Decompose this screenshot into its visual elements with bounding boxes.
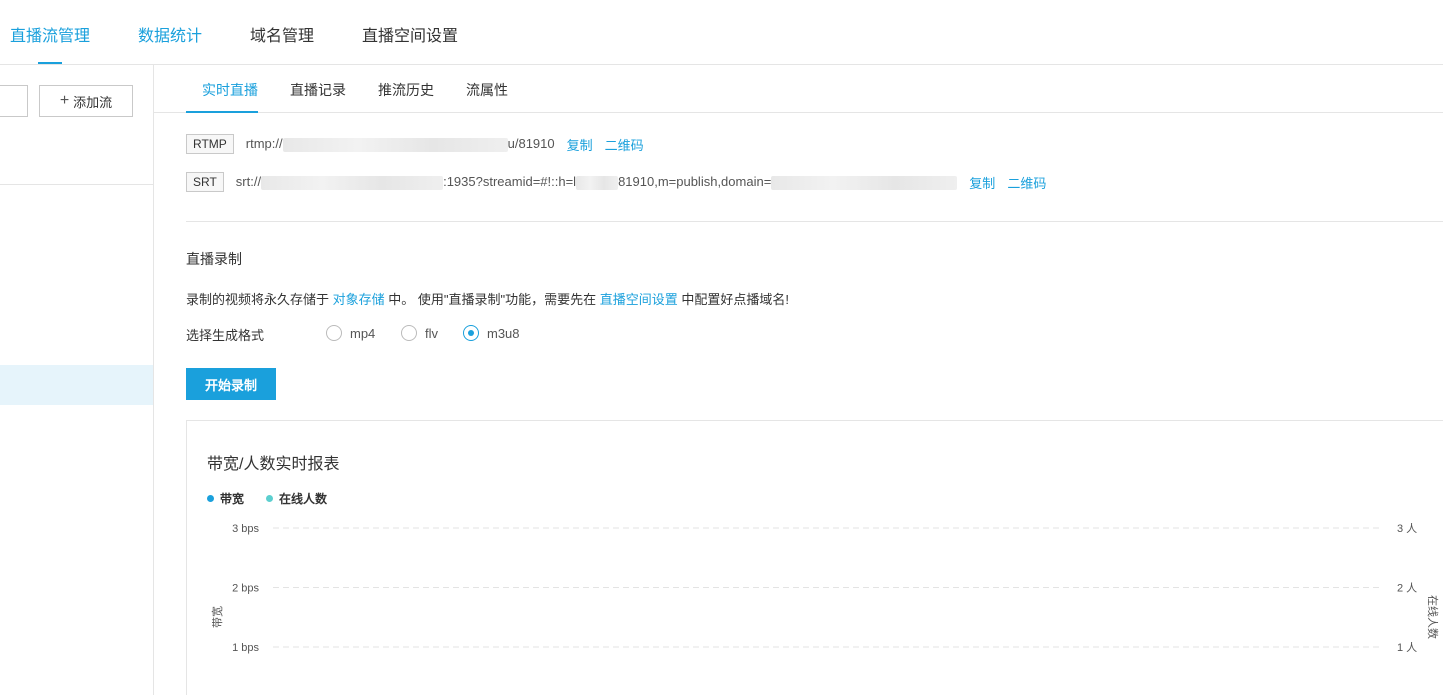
redacted-text — [261, 175, 444, 190]
desc-text: 中。 使用"直播录制"功能，需要先在 — [384, 292, 600, 307]
redacted-text — [576, 175, 619, 190]
y-axis-label-right: 在线人数 — [1426, 595, 1440, 639]
subtab-records[interactable]: 直播记录 — [290, 80, 346, 100]
y-tick-label-left: 1 bps — [232, 642, 259, 654]
srt-url-prefix: srt:// — [235, 174, 262, 190]
srt-tag: SRT — [186, 172, 224, 192]
search-input[interactable] — [0, 85, 28, 117]
add-stream-label: 添加流 — [73, 94, 113, 110]
tab-stream-management[interactable]: 直播流管理 — [10, 22, 90, 46]
format-radio-flv[interactable]: flv — [401, 325, 438, 341]
plus-icon: + — [59, 92, 70, 109]
rtmp-url: rtmp:// u/81910 — [246, 136, 555, 152]
y-axis-label-left: 带宽 — [210, 606, 224, 628]
radio-button — [463, 325, 479, 341]
srt-url-part1: :1935?streamid=#!::h=l — [443, 174, 577, 190]
divider — [0, 184, 153, 185]
desc-text: 中配置好点播域名! — [677, 292, 789, 307]
active-subtab-indicator — [186, 111, 258, 113]
realtime-report-chart: 带宽/人数实时报表 带宽 在线人数 3 bps 3 人2 bps 2 人1 bps 1… — [186, 420, 1443, 695]
selected-stream-item[interactable] — [0, 365, 153, 405]
radio-button — [326, 325, 342, 341]
chart-plot: 3 bps 3 人 2 bps 2 人 1 bps 1 人 带宽 在线人数 — [210, 522, 1440, 654]
srt-url-part2: 81910,m=publish,domain= — [618, 174, 772, 190]
format-label: 选择生成格式 — [186, 328, 265, 343]
active-tab-indicator — [38, 62, 62, 64]
radio-label: flv — [425, 325, 438, 341]
rtmp-url-prefix: rtmp:// — [245, 136, 283, 152]
format-radio-mp4[interactable]: mp4 — [326, 325, 375, 341]
space-settings-link[interactable]: 直播空间设置 — [600, 292, 678, 307]
subtab-realtime[interactable]: 实时直播 — [202, 80, 258, 100]
object-storage-link[interactable]: 对象存储 — [333, 292, 385, 307]
y-tick-label-right: 2 人 — [1397, 582, 1417, 595]
redacted-text — [282, 137, 508, 152]
tab-domain-management[interactable]: 域名管理 — [250, 22, 314, 46]
srt-copy-link[interactable]: 复制 — [969, 173, 995, 192]
y-tick-label-right: 1 人 — [1397, 641, 1417, 654]
rtmp-url-suffix: u/81910 — [507, 136, 555, 152]
y-tick-label-left: 3 bps — [232, 523, 259, 535]
tab-space-settings[interactable]: 直播空间设置 — [362, 22, 458, 46]
add-stream-button[interactable]: + 添加流 — [39, 85, 133, 117]
radio-label: mp4 — [350, 325, 376, 341]
rtmp-qrcode-link[interactable]: 二维码 — [605, 135, 644, 154]
divider — [186, 221, 1443, 222]
start-recording-button[interactable]: 开始录制 — [186, 368, 276, 400]
rtmp-tag: RTMP — [186, 134, 234, 154]
desc-text: 录制的视频将永久存储于 — [186, 292, 333, 307]
format-radio-m3u8[interactable]: m3u8 — [463, 325, 520, 341]
subtab-push-history[interactable]: 推流历史 — [378, 80, 434, 100]
recording-description: 录制的视频将永久存储于 对象存储 中。 使用"直播录制"功能，需要先在 直播空间… — [186, 289, 789, 308]
radio-label: m3u8 — [487, 325, 520, 341]
srt-url-row: SRT srt:// :1935?streamid=#!::h=l 81910,m=… — [186, 172, 1046, 192]
y-tick-label-left: 2 bps — [232, 583, 259, 595]
subtab-stream-props[interactable]: 流属性 — [466, 80, 508, 100]
tab-data-statistics[interactable]: 数据统计 — [138, 22, 202, 46]
divider — [154, 112, 1443, 113]
y-tick-label-right: 3 人 — [1397, 522, 1417, 535]
recording-title: 直播录制 — [186, 251, 242, 267]
top-nav: 直播流管理 数据统计 域名管理 直播空间设置 — [0, 0, 1443, 65]
srt-url: srt:// :1935?streamid=#!::h=l 81910,m=publ… — [236, 174, 958, 190]
stream-list-panel: + 添加流 — [0, 65, 154, 695]
rtmp-url-row: RTMP rtmp:// u/81910 复制 二维码 — [186, 134, 644, 154]
redacted-text — [771, 175, 958, 190]
radio-button — [401, 325, 417, 341]
srt-qrcode-link[interactable]: 二维码 — [1007, 173, 1046, 192]
rtmp-copy-link[interactable]: 复制 — [567, 135, 593, 154]
